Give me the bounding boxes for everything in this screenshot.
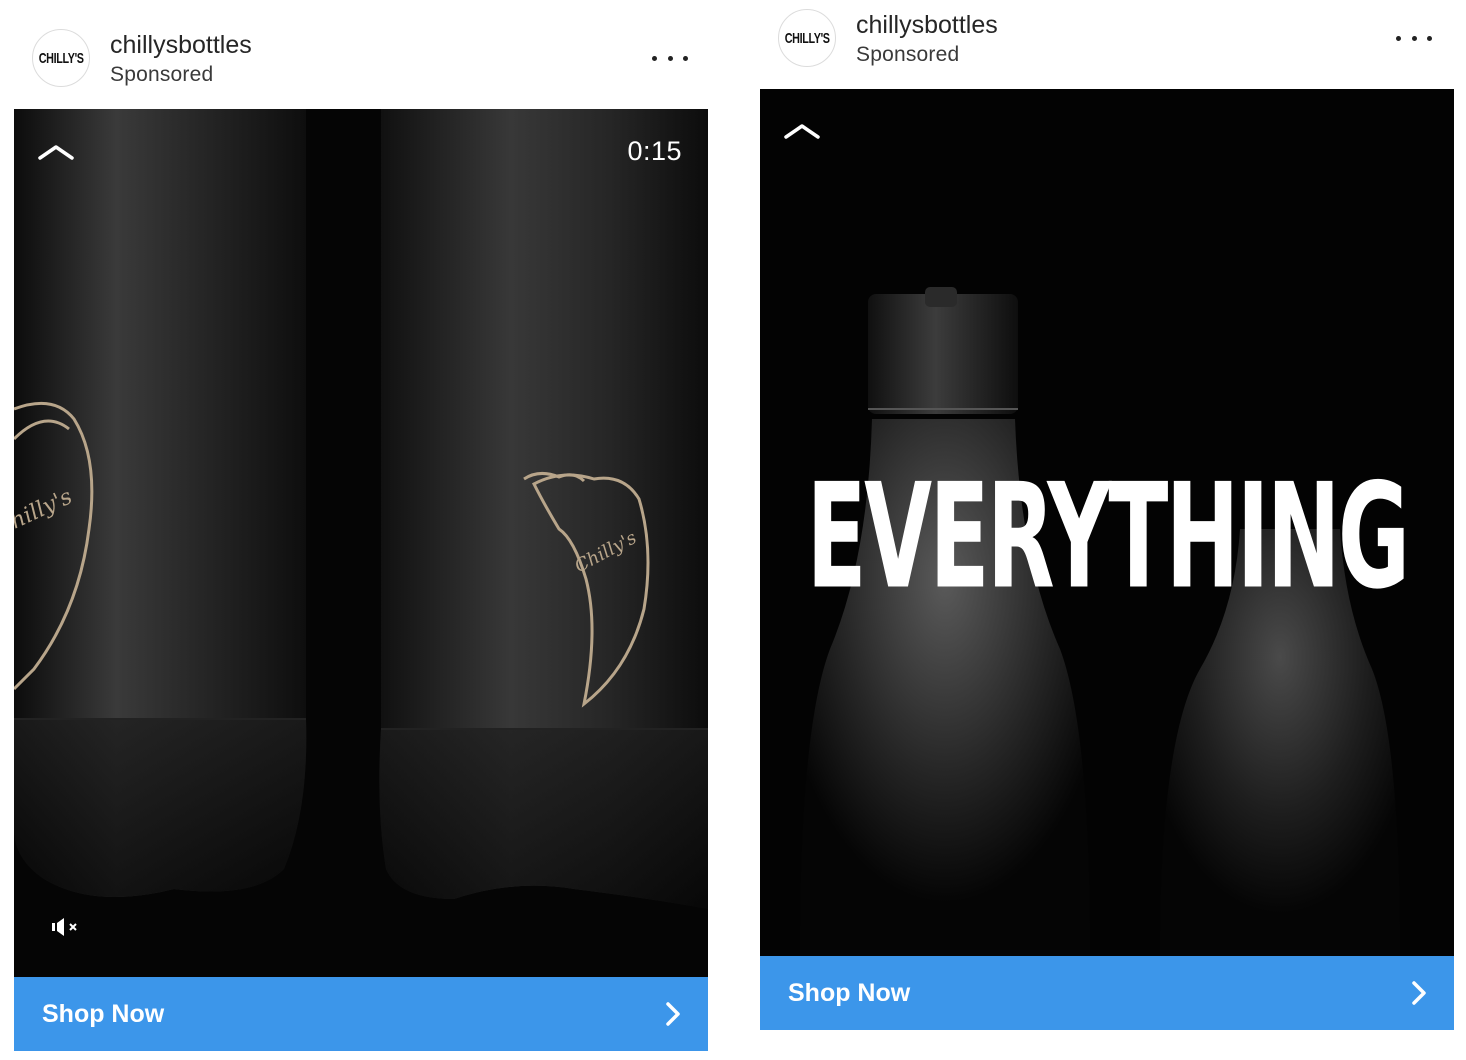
post-header: CHILLY'S chillysbottles Sponsored bbox=[760, 0, 1454, 100]
chevron-right-icon bbox=[1412, 981, 1426, 1005]
overlay-headline: EVERYTHING bbox=[806, 451, 1411, 622]
avatar[interactable]: CHILLY'S bbox=[32, 29, 90, 87]
avatar[interactable]: CHILLY'S bbox=[778, 9, 836, 67]
ad-post-1: CHILLY'S chillysbottles Sponsored hilly'… bbox=[14, 0, 708, 1060]
shop-now-button[interactable]: Shop Now bbox=[14, 977, 708, 1051]
username-link[interactable]: chillysbottles bbox=[856, 11, 998, 40]
username-link[interactable]: chillysbottles bbox=[110, 31, 252, 60]
bottles-video-frame: hilly's Chilly's bbox=[14, 109, 708, 977]
avatar-logo-text: CHILLY'S bbox=[38, 49, 84, 67]
shop-now-button[interactable]: Shop Now bbox=[760, 956, 1454, 1030]
chevron-right-icon bbox=[666, 1002, 680, 1026]
avatar-logo-text: CHILLY'S bbox=[784, 29, 830, 47]
muted-speaker-icon[interactable] bbox=[50, 915, 80, 939]
video-media[interactable]: EVERYTHING bbox=[760, 89, 1454, 956]
video-timer: 0:15 bbox=[627, 136, 682, 166]
sponsored-label: Sponsored bbox=[856, 43, 960, 66]
more-options-icon[interactable] bbox=[1396, 28, 1432, 48]
chevron-up-icon[interactable] bbox=[38, 142, 74, 162]
shop-now-label: Shop Now bbox=[42, 999, 165, 1028]
more-options-icon[interactable] bbox=[652, 48, 688, 68]
shop-now-label: Shop Now bbox=[788, 978, 911, 1007]
chevron-up-icon[interactable] bbox=[784, 121, 820, 141]
ad-post-2: CHILLY'S chillysbottles Sponsored EVERYT… bbox=[760, 0, 1454, 1060]
video-media[interactable]: hilly's Chilly's 0:15 bbox=[14, 109, 708, 977]
sponsored-label: Sponsored bbox=[110, 63, 214, 86]
post-header: CHILLY'S chillysbottles Sponsored bbox=[14, 0, 708, 100]
